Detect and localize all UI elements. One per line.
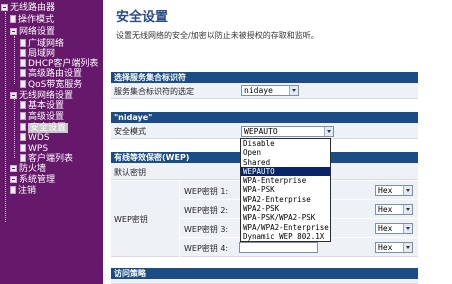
ssid-label: 服务集合标识符的选定 — [114, 87, 194, 96]
wep-key-2-format-select[interactable]: Hex — [375, 204, 413, 215]
ssid-select[interactable]: nidaye — [241, 85, 299, 96]
page-icon — [10, 186, 16, 194]
wep-key-2-label: WEP密钥 2: — [184, 206, 229, 215]
chevron-down-icon — [324, 127, 333, 136]
chevron-down-icon — [289, 86, 298, 95]
wep-key-3-format-select[interactable]: Hex — [375, 223, 413, 234]
ssid-name-header: "nidaye" — [111, 112, 418, 123]
dropdown-option[interactable]: WPA-PSK — [241, 185, 330, 194]
sidebar-item-network[interactable]: 网络设置 — [10, 26, 55, 38]
folder-toggle-icon[interactable] — [10, 165, 17, 172]
dropdown-option[interactable]: WPA2-Enterprise — [241, 195, 330, 204]
chevron-down-icon — [403, 186, 412, 195]
page-title: 安全设置 — [116, 10, 169, 25]
router-admin-window: { "sidebar": { "items": [ {"label": "无线路… — [0, 0, 452, 284]
folder-toggle-icon[interactable] — [10, 176, 17, 183]
folder-toggle-icon[interactable] — [1, 4, 8, 11]
security-mode-select[interactable]: WEPAUTO — [241, 126, 334, 137]
dropdown-option[interactable]: Dynamic WEP 802.1X — [241, 232, 330, 241]
security-mode-row: 安全模式 WEPAUTO — [111, 123, 418, 139]
default-key-label: 默认密钥 — [114, 168, 146, 177]
dropdown-option[interactable]: Disable — [241, 139, 330, 148]
security-mode-value: WEPAUTO — [244, 127, 278, 136]
security-mode-label: 安全模式 — [114, 127, 146, 136]
page-icon — [20, 49, 26, 57]
page-icon — [20, 39, 26, 47]
wep-key-4-label: WEP密钥 4: — [184, 244, 229, 253]
page-description: 设置无线网络的安全/加密以防止未被授权的存取和监听。 — [116, 31, 319, 40]
ssid-row: 服务集合标识符的选定 nidaye — [111, 83, 418, 99]
dropdown-option[interactable]: WPA/WPA2-Enterprise — [241, 223, 330, 232]
chevron-down-icon — [403, 224, 412, 233]
tree-line — [14, 98, 15, 158]
wep-key-1-label: WEP密钥 1: — [184, 187, 229, 196]
page-icon — [20, 123, 26, 131]
security-mode-dropdown-list[interactable]: Disable Open Shared WEPAUTO WPA-Enterpri… — [240, 138, 331, 243]
page-icon — [20, 133, 26, 141]
page-icon — [10, 15, 16, 23]
dropdown-option-selected[interactable]: WEPAUTO — [241, 166, 330, 177]
dropdown-option[interactable]: Open — [241, 148, 330, 157]
wep-key-4-format-select[interactable]: Hex — [375, 242, 413, 253]
access-policy-row — [111, 279, 418, 284]
page-icon — [20, 69, 26, 77]
folder-toggle-icon[interactable] — [10, 92, 17, 99]
dropdown-option[interactable]: Shared — [241, 158, 330, 167]
wep-key-1-format-select[interactable]: Hex — [375, 185, 413, 196]
access-policy-header: 访问策略 — [111, 268, 418, 279]
page-icon — [20, 112, 26, 120]
tree-line — [5, 12, 6, 222]
divider — [179, 181, 180, 257]
sidebar-nav: 无线路由器 操作模式 网络设置 广域网络 局域网 DHCP客户端列表 高级路由设… — [0, 0, 103, 284]
dropdown-option[interactable]: WPA2-PSK — [241, 204, 330, 213]
wep-keys-label: WEP密钥 — [114, 215, 148, 224]
page-icon — [20, 59, 26, 67]
sidebar-item-router[interactable]: 无线路由器 — [1, 2, 55, 14]
page-icon — [20, 154, 26, 162]
ssid-select-value: nidaye — [244, 86, 273, 95]
ssid-section-header: 选择服务集合标识符 — [111, 72, 418, 83]
wep-key-4-input[interactable] — [239, 242, 318, 253]
folder-toggle-icon[interactable] — [10, 28, 17, 35]
dropdown-option[interactable]: WPA-PSK/WPA2-PSK — [241, 213, 330, 222]
sidebar-item-logout[interactable]: 注销 — [10, 185, 36, 197]
dropdown-option[interactable]: WPA-Enterprise — [241, 176, 330, 185]
page-icon — [20, 80, 26, 88]
chevron-down-icon — [403, 243, 412, 252]
tree-line — [14, 36, 15, 84]
chevron-down-icon — [403, 205, 412, 214]
wep-key-3-label: WEP密钥 3: — [184, 225, 229, 234]
sidebar-item-operation-mode[interactable]: 操作模式 — [10, 14, 54, 26]
page-icon — [20, 101, 26, 109]
page-icon — [20, 144, 26, 152]
